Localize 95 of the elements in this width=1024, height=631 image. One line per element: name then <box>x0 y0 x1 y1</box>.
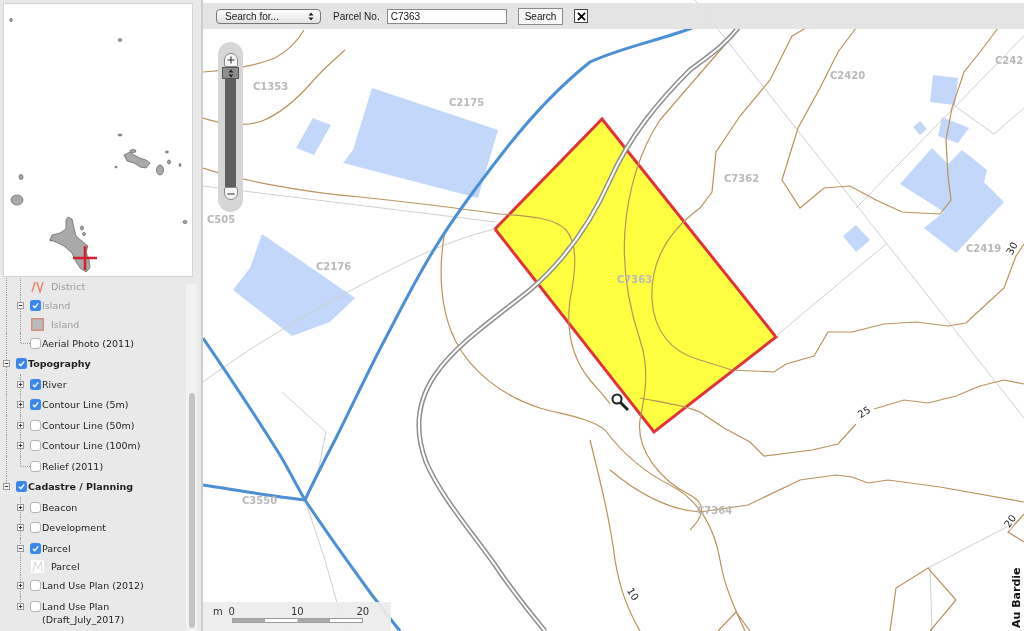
island <box>182 220 188 224</box>
layer-label[interactable]: Beacon <box>42 500 78 514</box>
checkbox[interactable] <box>30 419 41 431</box>
scale-tick-label: 20 <box>356 606 370 618</box>
zigzag-line-icon <box>31 280 44 293</box>
checkbox[interactable] <box>30 460 41 472</box>
building <box>930 75 958 105</box>
legend-label: Parcel <box>51 560 80 573</box>
parcel-label: C505 <box>207 214 236 225</box>
plus-icon <box>226 56 235 64</box>
close-button[interactable] <box>574 9 589 23</box>
parcel-number-field[interactable]: C7363 <box>386 8 507 24</box>
checkbox[interactable] <box>30 337 41 349</box>
parcel-label: C7362 <box>724 173 760 184</box>
island <box>10 194 24 206</box>
field-label: Parcel No. <box>333 10 380 22</box>
zoom-slider-thumb[interactable] <box>222 67 239 79</box>
plus-box-icon[interactable] <box>17 442 24 449</box>
plus-box-icon[interactable] <box>17 421 24 429</box>
zoom-out-button[interactable] <box>223 187 238 200</box>
layer-label[interactable]: Land Use Plan (2012) <box>42 579 144 592</box>
parcel-label: C3550 <box>242 495 278 506</box>
checkbox[interactable] <box>30 440 41 451</box>
checkbox[interactable] <box>30 522 41 533</box>
magnifier-icon[interactable] <box>611 393 630 412</box>
selected-parcel-area[interactable] <box>493 116 779 435</box>
scale-unit: m <box>213 606 223 618</box>
legend-label: District <box>51 280 86 293</box>
layer-label[interactable]: Contour Line (5m) <box>42 398 129 411</box>
legend-label: Island <box>51 317 80 331</box>
checkbox[interactable] <box>30 501 41 513</box>
layer-label[interactable]: Land Use Plan (Draft_July_2017) <box>42 599 186 626</box>
parcel-label: C242 <box>995 55 1024 66</box>
crosshair-icon <box>73 246 97 270</box>
layer-label[interactable]: Topography <box>28 357 91 370</box>
layer-label[interactable]: Aerial Photo (2011) <box>42 336 134 350</box>
island <box>117 133 123 137</box>
updown-arrows-icon <box>308 11 314 21</box>
zigzag-tile-icon <box>31 560 44 573</box>
layer-label[interactable]: Contour Line (50m) <box>42 418 135 432</box>
island <box>18 174 24 180</box>
checkbox[interactable] <box>16 358 27 369</box>
building <box>938 117 969 143</box>
contour-label: 25 <box>855 404 873 421</box>
checkbox[interactable] <box>30 580 41 591</box>
building <box>296 118 331 155</box>
search-button[interactable]: Search <box>517 7 564 25</box>
island <box>118 38 122 42</box>
building <box>843 225 870 252</box>
close-icon <box>576 11 586 21</box>
checkbox[interactable] <box>30 378 41 390</box>
contour-line <box>889 567 957 631</box>
minus-box-icon[interactable] <box>3 483 10 490</box>
contour-label: 30 <box>1004 240 1020 257</box>
plus-box-icon[interactable] <box>17 503 24 511</box>
plus-box-icon[interactable] <box>17 582 24 589</box>
plus-box-icon[interactable] <box>17 401 24 408</box>
search-type-select[interactable]: Search for... <box>216 8 321 24</box>
checkbox[interactable] <box>16 481 27 492</box>
plus-box-icon[interactable] <box>17 602 24 610</box>
scrollbar-thumb[interactable] <box>188 393 195 628</box>
parcel-label: C2420 <box>830 70 866 81</box>
contour-label: 10 <box>624 585 641 603</box>
scale-tick-label: 10 <box>290 606 304 618</box>
layer-label[interactable]: Contour Line (100m) <box>42 439 141 452</box>
checkbox[interactable] <box>30 600 41 612</box>
layer-label[interactable]: Cadastre / Planning <box>28 480 133 493</box>
layer-label[interactable]: Parcel <box>42 541 71 555</box>
parcel-label: C2176 <box>316 261 352 272</box>
checkbox[interactable] <box>30 542 41 554</box>
island <box>178 163 182 167</box>
overview-map[interactable] <box>3 3 193 277</box>
checkbox[interactable] <box>30 399 41 410</box>
layer-label[interactable]: River <box>42 377 67 391</box>
road-label: Au Bardie <box>1010 567 1023 628</box>
contour-label: 20 <box>1002 512 1019 530</box>
island <box>114 165 118 169</box>
zoom-in-button[interactable] <box>223 53 238 67</box>
scale-tick-label: 0 <box>228 606 235 618</box>
square-swatch-icon <box>31 317 44 331</box>
minus-box-icon[interactable] <box>17 544 24 552</box>
parcel-label: C2419 <box>966 243 1002 254</box>
layer-label[interactable]: Development <box>42 521 106 534</box>
parcel-label: C2175 <box>449 97 485 108</box>
minus-box-icon[interactable] <box>3 360 10 367</box>
island <box>165 150 169 154</box>
plus-box-icon[interactable] <box>17 524 24 531</box>
layer-label[interactable]: Relief (2011) <box>42 459 104 473</box>
island <box>9 18 13 22</box>
updown-arrows-icon <box>227 68 234 78</box>
island <box>156 164 164 176</box>
scrollbar[interactable] <box>186 284 197 631</box>
building <box>913 121 927 135</box>
parcel-label: C1353 <box>253 81 289 92</box>
plus-box-icon[interactable] <box>17 380 24 388</box>
